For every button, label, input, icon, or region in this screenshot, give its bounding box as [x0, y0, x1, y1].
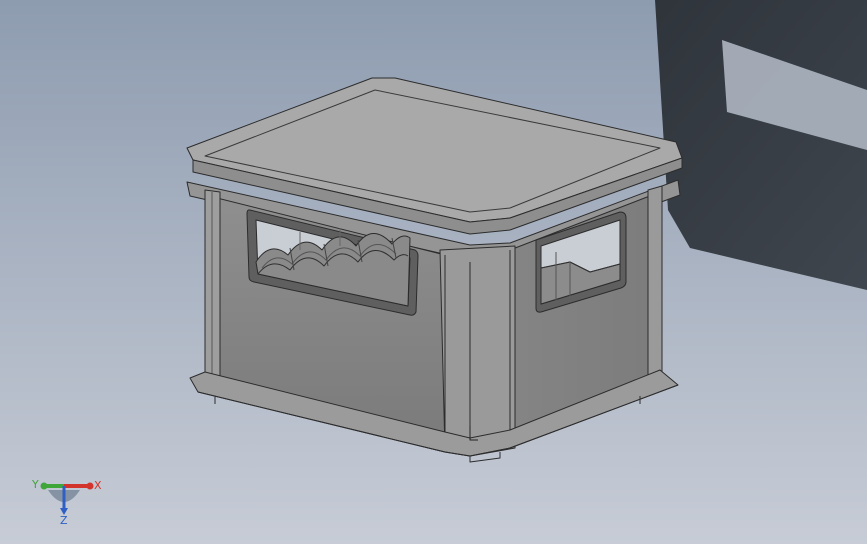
x-axis-tip: [86, 482, 94, 490]
cad-scene[interactable]: [0, 0, 867, 544]
y-axis-tip: [40, 482, 48, 490]
z-axis-label: Z: [60, 514, 68, 527]
crate-shadow: [655, 0, 867, 290]
orientation-triad: X Y Z: [31, 478, 102, 527]
y-axis-label: Y: [31, 478, 39, 491]
crate-model[interactable]: [186, 77, 683, 463]
graphics-viewport[interactable]: X Y Z: [0, 0, 867, 544]
x-axis-label: X: [94, 479, 102, 492]
